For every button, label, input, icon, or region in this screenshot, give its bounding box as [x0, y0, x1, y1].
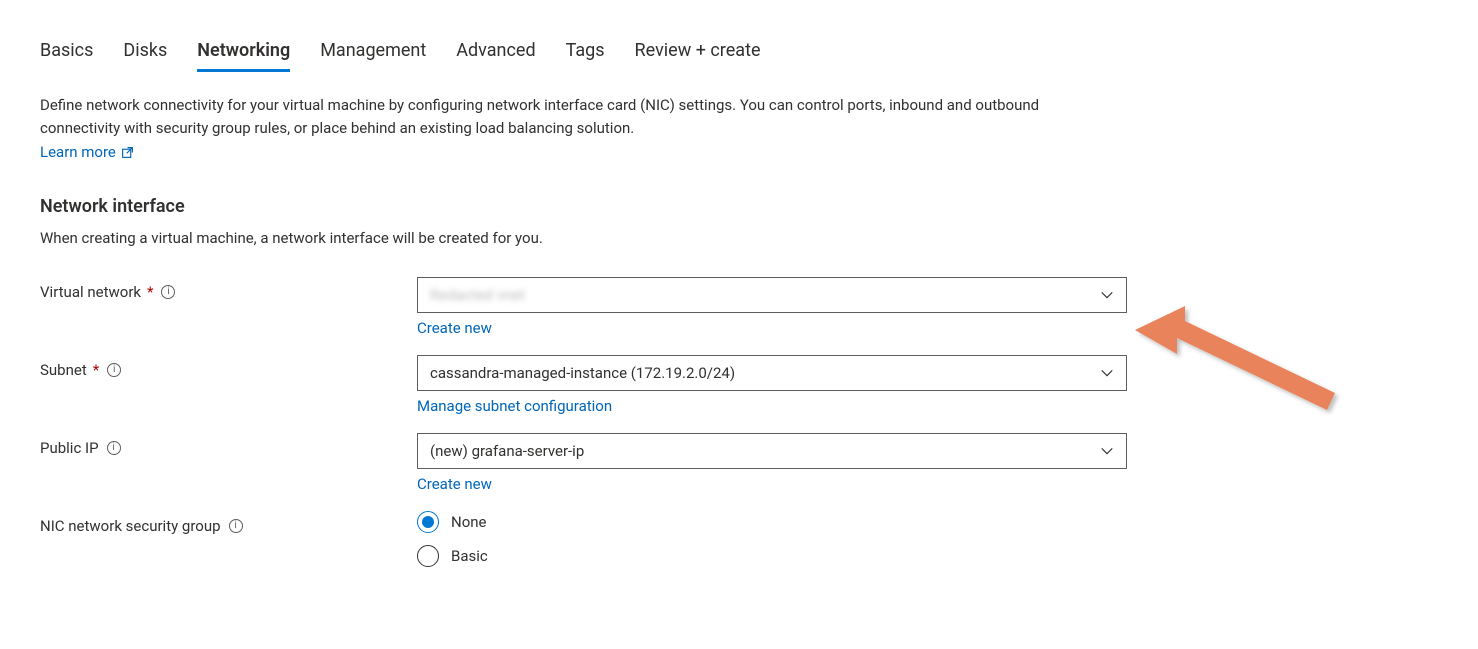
virtual-network-create-new-link[interactable]: Create new	[417, 319, 492, 337]
public-ip-create-new-link[interactable]: Create new	[417, 475, 492, 493]
subnet-value: cassandra-managed-instance (172.19.2.0/2…	[430, 364, 735, 382]
tab-description-text: Define network connectivity for your vir…	[40, 96, 1039, 137]
nic-nsg-label-text: NIC network security group	[40, 517, 221, 535]
learn-more-label: Learn more	[40, 141, 116, 164]
public-ip-label-text: Public IP	[40, 439, 99, 457]
tab-disks[interactable]: Disks	[123, 40, 167, 72]
virtual-network-value: Redacted vnet	[430, 286, 525, 304]
info-icon[interactable]: i	[161, 285, 175, 299]
subnet-label-text: Subnet	[40, 361, 87, 379]
label-virtual-network: Virtual network * i	[40, 277, 417, 301]
info-icon[interactable]: i	[229, 519, 243, 533]
chevron-down-icon	[1100, 288, 1114, 302]
radio-circle-icon	[417, 511, 439, 533]
info-icon[interactable]: i	[107, 363, 121, 377]
virtual-network-dropdown[interactable]: Redacted vnet	[417, 277, 1127, 313]
tab-networking[interactable]: Networking	[197, 40, 290, 72]
radio-circle-icon	[417, 545, 439, 567]
row-subnet: Subnet * i cassandra-managed-instance (1…	[40, 355, 1438, 415]
tab-description: Define network connectivity for your vir…	[40, 94, 1100, 164]
tab-basics[interactable]: Basics	[40, 40, 93, 72]
label-public-ip: Public IP i	[40, 433, 417, 457]
external-link-icon	[121, 146, 134, 159]
row-public-ip: Public IP i (new) grafana-server-ip Crea…	[40, 433, 1438, 493]
chevron-down-icon	[1100, 444, 1114, 458]
nic-nsg-radio-basic[interactable]: Basic	[417, 545, 1127, 567]
nic-nsg-radio-group: None Basic	[417, 511, 1127, 567]
nic-nsg-radio-basic-label: Basic	[451, 547, 488, 565]
virtual-network-label-text: Virtual network	[40, 283, 141, 301]
label-nic-nsg: NIC network security group i	[40, 511, 417, 535]
tab-tags[interactable]: Tags	[566, 40, 605, 72]
section-subtitle: When creating a virtual machine, a netwo…	[40, 229, 1438, 247]
row-virtual-network: Virtual network * i Redacted vnet Create…	[40, 277, 1438, 337]
control-virtual-network: Redacted vnet Create new	[417, 277, 1127, 337]
tab-management[interactable]: Management	[320, 40, 426, 72]
row-nic-nsg: NIC network security group i None Basic	[40, 511, 1438, 579]
public-ip-value: (new) grafana-server-ip	[430, 442, 584, 460]
control-nic-nsg: None Basic	[417, 511, 1127, 579]
chevron-down-icon	[1100, 366, 1114, 380]
nic-nsg-radio-none[interactable]: None	[417, 511, 1127, 533]
subnet-dropdown[interactable]: cassandra-managed-instance (172.19.2.0/2…	[417, 355, 1127, 391]
nic-nsg-radio-none-label: None	[451, 513, 487, 531]
control-subnet: cassandra-managed-instance (172.19.2.0/2…	[417, 355, 1127, 415]
control-public-ip: (new) grafana-server-ip Create new	[417, 433, 1127, 493]
required-asterisk: *	[93, 361, 99, 379]
required-asterisk: *	[147, 283, 153, 301]
public-ip-dropdown[interactable]: (new) grafana-server-ip	[417, 433, 1127, 469]
info-icon[interactable]: i	[107, 441, 121, 455]
tab-review-create[interactable]: Review + create	[635, 40, 761, 72]
label-subnet: Subnet * i	[40, 355, 417, 379]
section-title-network-interface: Network interface	[40, 196, 1438, 217]
tab-advanced[interactable]: Advanced	[456, 40, 535, 72]
wizard-tabs: Basics Disks Networking Management Advan…	[40, 40, 1438, 72]
learn-more-link[interactable]: Learn more	[40, 141, 134, 164]
subnet-manage-link[interactable]: Manage subnet configuration	[417, 397, 612, 415]
